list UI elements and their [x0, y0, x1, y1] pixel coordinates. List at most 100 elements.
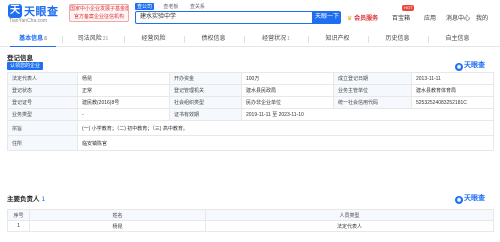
tab-debt-info[interactable]: 债权信息 — [190, 33, 238, 47]
tab-count: 1 — [287, 36, 290, 42]
person-name[interactable]: 杨昆 — [29, 220, 206, 232]
logo-mark-icon: 天 — [8, 4, 22, 18]
status-badge: 正常 — [77, 84, 170, 97]
tab-history[interactable]: 历史信息 — [374, 33, 422, 47]
search-type-company[interactable]: 查公司 — [135, 3, 155, 10]
field-label: 法定代表人 — [7, 72, 78, 85]
search-input[interactable]: 建水实验中学 — [135, 11, 313, 24]
table-header-row: 序号 姓名 人员类型 — [7, 209, 494, 221]
field-label: 社会组织类型 — [169, 96, 242, 109]
field-label: 登记状态 — [7, 84, 78, 97]
tab-operating-status[interactable]: 经营状况1 — [250, 33, 302, 47]
brand-watermark: ◉ 天眼查 — [455, 60, 485, 71]
tab-judicial-risk[interactable]: 司法风险31 — [68, 33, 118, 47]
established-date-value: 2013-11-11 — [411, 72, 494, 85]
site-logo[interactable]: 天 天眼查 TianYanCha.com — [8, 3, 68, 25]
vip-link[interactable]: ♛ 会员服务 — [347, 13, 378, 22]
cert-number-value: 建民教(2016)8号 — [77, 96, 170, 109]
personnel-title: 主要负责人 1 — [7, 193, 45, 203]
brand-watermark: ◉ 天眼查 — [455, 193, 485, 204]
table-row: 登记证号 建民教(2016)8号 社会组织类型 民办非企业单位 统一社会信用代码… — [7, 96, 494, 109]
credit-code-value: 52532524083252181C — [411, 96, 494, 109]
capital-value: 100万 — [241, 72, 334, 85]
tab-basic-info[interactable]: 基本信息8 — [10, 33, 56, 47]
search-type-tabs: 查公司 查老板 查关系 — [135, 3, 213, 10]
personnel-table: 序号 姓名 人员类型 1 杨昆 法定代表人 — [7, 209, 494, 232]
top-bar: 天 天眼查 TianYanCha.com 国家中小企业发展子基金旗下 官方备案企… — [0, 0, 500, 28]
personnel-title-text: 主要负责人 — [7, 196, 40, 203]
tab-divider — [308, 36, 309, 43]
tab-self-info[interactable]: 自主信息 — [434, 33, 482, 47]
authority-value: 建水县民政局 — [241, 84, 334, 97]
table-row: 登记状态 正常 登记管理机关 建水县民政局 业务主管单位 建水县教育体育局 — [7, 84, 494, 97]
user-label: 我的 — [476, 16, 489, 22]
tab-divider — [244, 36, 245, 43]
eye-icon: ◉ — [455, 63, 463, 71]
table-row: 业务类型 - 证书有效期 2019-11-11 至 2023-11-10 — [7, 108, 494, 121]
tab-divider — [368, 36, 369, 43]
registration-title: 登记信息 — [7, 52, 33, 62]
user-menu[interactable]: 我的 — [476, 13, 488, 22]
table-row: 1 杨昆 法定代表人 — [7, 220, 494, 232]
messages-label: 消息中心 — [446, 16, 471, 22]
hot-badge: HOT — [402, 5, 415, 11]
tab-count: 31 — [102, 36, 109, 42]
eye-icon: ◉ — [455, 196, 463, 204]
tab-label: 债权信息 — [201, 36, 226, 42]
legal-rep-value[interactable]: 杨昆 — [77, 72, 170, 85]
supervisor-value: 建水县教育体育局 — [411, 84, 494, 97]
field-label: 业务类型 — [7, 108, 78, 121]
person-type: 法定代表人 — [205, 220, 494, 232]
scope-value: (一) 小学教育；（二) 初中教育；（三) 高中教育。 — [77, 120, 494, 136]
column-header: 人员类型 — [205, 209, 494, 221]
messages-link[interactable]: 消息中心 — [446, 13, 470, 22]
field-label: 登记证号 — [7, 96, 78, 109]
field-label: 统一社会信用代码 — [333, 96, 412, 109]
logo-name: 天眼查 — [24, 6, 59, 18]
brand-text: 天眼查 — [464, 195, 485, 202]
org-type-value: 民办非企业单位 — [241, 96, 334, 109]
claim-company-link[interactable]: 认领您的企业 — [7, 62, 44, 70]
column-header: 姓名 — [29, 209, 206, 221]
tab-count: 8 — [44, 36, 47, 42]
promo-line-1: 国家中小企业发展子基金旗下 — [70, 6, 128, 12]
business-type-value: - — [77, 108, 170, 121]
tab-operating-risk[interactable]: 经营风险 — [130, 33, 178, 47]
field-label: 宗旨 — [7, 120, 78, 136]
search-type-relation[interactable]: 查关系 — [188, 3, 207, 10]
table-row: 住所 临安镇陈官 — [7, 135, 494, 151]
promo-banner[interactable]: 国家中小企业发展子基金旗下 官方备案企业征信机构 — [69, 4, 129, 22]
apps-label: 应用 — [424, 16, 437, 22]
apps-link[interactable]: 应用 — [424, 13, 436, 22]
section-tabs: 基本信息8 司法风险31 经营风险 债权信息 经营状况1 知识产权 历史信息 自… — [0, 33, 500, 47]
field-label: 业务主管单位 — [333, 84, 412, 97]
registration-table: 法定代表人 杨昆 开办资金 100万 成立登记日期 2013-11-11 登记状… — [7, 72, 494, 151]
search-type-boss[interactable]: 查老板 — [161, 3, 180, 10]
tab-divider — [62, 36, 63, 43]
field-label: 证书有效期 — [169, 108, 242, 121]
tab-label: 自主信息 — [445, 36, 470, 42]
row-number: 1 — [7, 220, 30, 232]
crown-icon: ♛ — [347, 16, 353, 22]
tab-ip[interactable]: 知识产权 — [314, 33, 362, 47]
tab-label: 司法风险 — [77, 36, 102, 42]
field-label: 住所 — [7, 135, 78, 151]
tab-label: 经营风险 — [141, 36, 166, 42]
personnel-count: 1 — [41, 196, 46, 203]
logo-url: TianYanCha.com — [9, 18, 48, 24]
table-row: 法定代表人 杨昆 开办资金 100万 成立登记日期 2013-11-11 — [7, 72, 494, 85]
promo-line-2: 官方备案企业征信机构 — [73, 14, 124, 20]
column-header: 序号 — [7, 209, 30, 221]
tab-label: 历史信息 — [385, 36, 410, 42]
address-value: 临安镇陈官 — [77, 135, 494, 151]
tab-label: 基本信息 — [19, 36, 44, 42]
field-label: 开办资金 — [169, 72, 242, 85]
tab-divider — [184, 36, 185, 43]
registration-title-text: 登记信息 — [7, 55, 33, 62]
brand-text: 天眼查 — [464, 62, 485, 69]
tab-label: 知识产权 — [325, 36, 350, 42]
enterprise-link[interactable]: 百宝箱 HOT — [392, 5, 415, 22]
enterprise-label: 百宝箱 — [392, 16, 411, 22]
tab-divider — [124, 36, 125, 43]
search-button[interactable]: 天眼一下 — [313, 11, 341, 24]
